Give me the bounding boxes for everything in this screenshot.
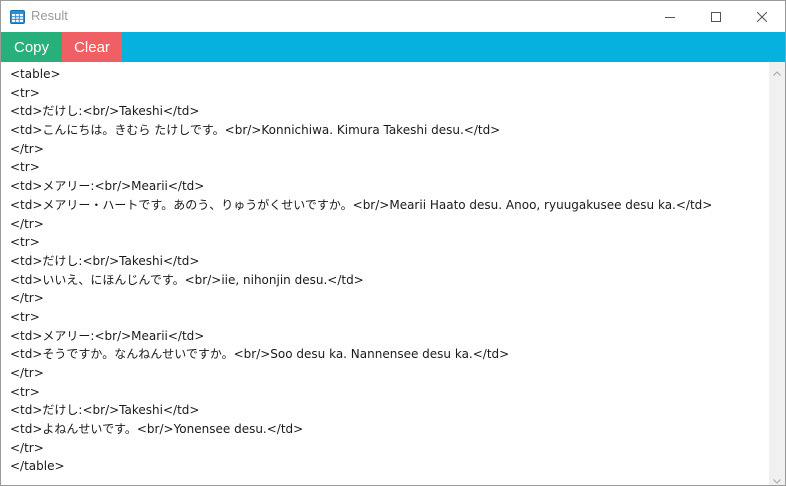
code-line: <tr> <box>10 85 40 100</box>
clear-button[interactable]: Clear <box>62 32 122 62</box>
code-line: <tr> <box>10 235 40 250</box>
chevron-down-icon <box>773 469 781 486</box>
code-line: </tr> <box>10 291 44 306</box>
code-line: <table> <box>10 67 61 81</box>
code-line: <td>こんにちは。きむら たけしです。<br/>Konnichiwa. Kim… <box>10 123 501 138</box>
code-line: <tr> <box>10 384 40 399</box>
result-text-area[interactable]: <table> <tr> <td>だけし:<br/>Takeshi</td> <… <box>1 62 769 485</box>
code-line: <td>よねんせいです。<br/>Yonensee desu.</td> <box>10 422 304 437</box>
chevron-up-icon <box>773 61 781 80</box>
code-line: <td>だけし:<br/>Takeshi</td> <box>10 403 200 418</box>
scroll-up-arrow[interactable] <box>769 62 785 78</box>
code-line: </tr> <box>10 141 44 156</box>
code-line: <td>メアリー:<br/>Mearii</td> <box>10 328 205 343</box>
code-line: <td>メアリー:<br/>Mearii</td> <box>10 179 205 194</box>
minimize-button[interactable] <box>647 1 693 32</box>
vertical-scrollbar[interactable] <box>769 62 785 486</box>
code-line: <tr> <box>10 160 40 175</box>
maximize-icon <box>711 7 721 26</box>
window-title: Result <box>31 8 68 23</box>
code-line: <td>だけし:<br/>Takeshi</td> <box>10 104 200 119</box>
code-line: <td>だけし:<br/>Takeshi</td> <box>10 253 200 268</box>
copy-button[interactable]: Copy <box>1 32 62 62</box>
title-bar[interactable]: Result <box>1 1 785 32</box>
code-line: </table> <box>10 459 65 474</box>
code-line: </tr> <box>10 440 44 455</box>
close-button[interactable] <box>739 1 785 32</box>
code-line: <td>そうですか。なんねんせいですか。<br/>Soo desu ka. Na… <box>10 347 510 362</box>
toolbar: Copy Clear <box>1 32 785 62</box>
close-icon <box>756 7 768 26</box>
minimize-icon <box>665 7 675 26</box>
code-line: <td>メアリー・ハートです。あのう、りゅうがくせいですか。<br/>Meari… <box>10 197 713 212</box>
code-line: </tr> <box>10 216 44 231</box>
maximize-button[interactable] <box>693 1 739 32</box>
code-line: <tr> <box>10 309 40 324</box>
table-icon <box>10 9 25 24</box>
result-window: Result Copy Clear <table> <tr> <td>だけし:<… <box>0 0 786 486</box>
code-line: <td>いいえ、にほんじんです。<br/>iie, nihonjin desu.… <box>10 272 364 287</box>
code-line: </tr> <box>10 366 44 380</box>
scroll-down-arrow[interactable] <box>769 469 785 486</box>
